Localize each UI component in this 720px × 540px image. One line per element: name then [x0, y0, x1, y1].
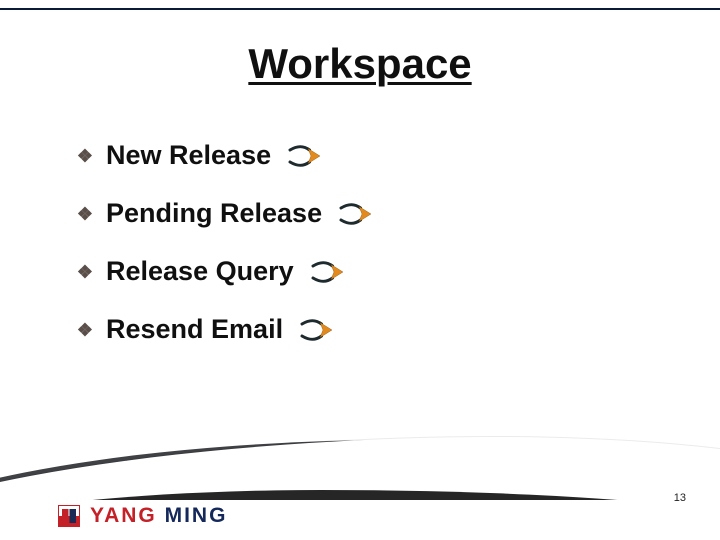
diamond-bullet-icon: ❖ [74, 147, 96, 165]
brand-mark-icon [58, 505, 80, 527]
brand-name-part: MING [165, 504, 228, 527]
bullet-label: Release Query [106, 256, 294, 287]
diamond-bullet-icon: ❖ [74, 321, 96, 339]
bullet-list: ❖ New Release ❖ Pending Release [74, 140, 680, 372]
brand-name: YANG MING [90, 504, 227, 528]
list-item: ❖ Release Query [74, 256, 680, 287]
list-item: ❖ New Release [74, 140, 680, 171]
bullet-label: Pending Release [106, 198, 322, 229]
list-item: ❖ Pending Release [74, 198, 680, 229]
arrow-icon [299, 316, 335, 344]
arrow-icon [287, 142, 323, 170]
brand-logo: YANG MING [58, 504, 227, 528]
diamond-bullet-icon: ❖ [74, 263, 96, 281]
bullet-label: New Release [106, 140, 271, 171]
arrow-icon [310, 258, 346, 286]
list-item: ❖ Resend Email [74, 314, 680, 345]
diamond-bullet-icon: ❖ [74, 205, 96, 223]
brand-name-part: YANG [90, 504, 157, 527]
slide-title: Workspace [0, 40, 720, 88]
bullet-label: Resend Email [106, 314, 283, 345]
top-rule [0, 8, 720, 10]
page-number: 13 [674, 492, 686, 504]
arrow-icon [338, 200, 374, 228]
slide: Workspace ❖ New Release ❖ Pending Releas… [0, 0, 720, 540]
